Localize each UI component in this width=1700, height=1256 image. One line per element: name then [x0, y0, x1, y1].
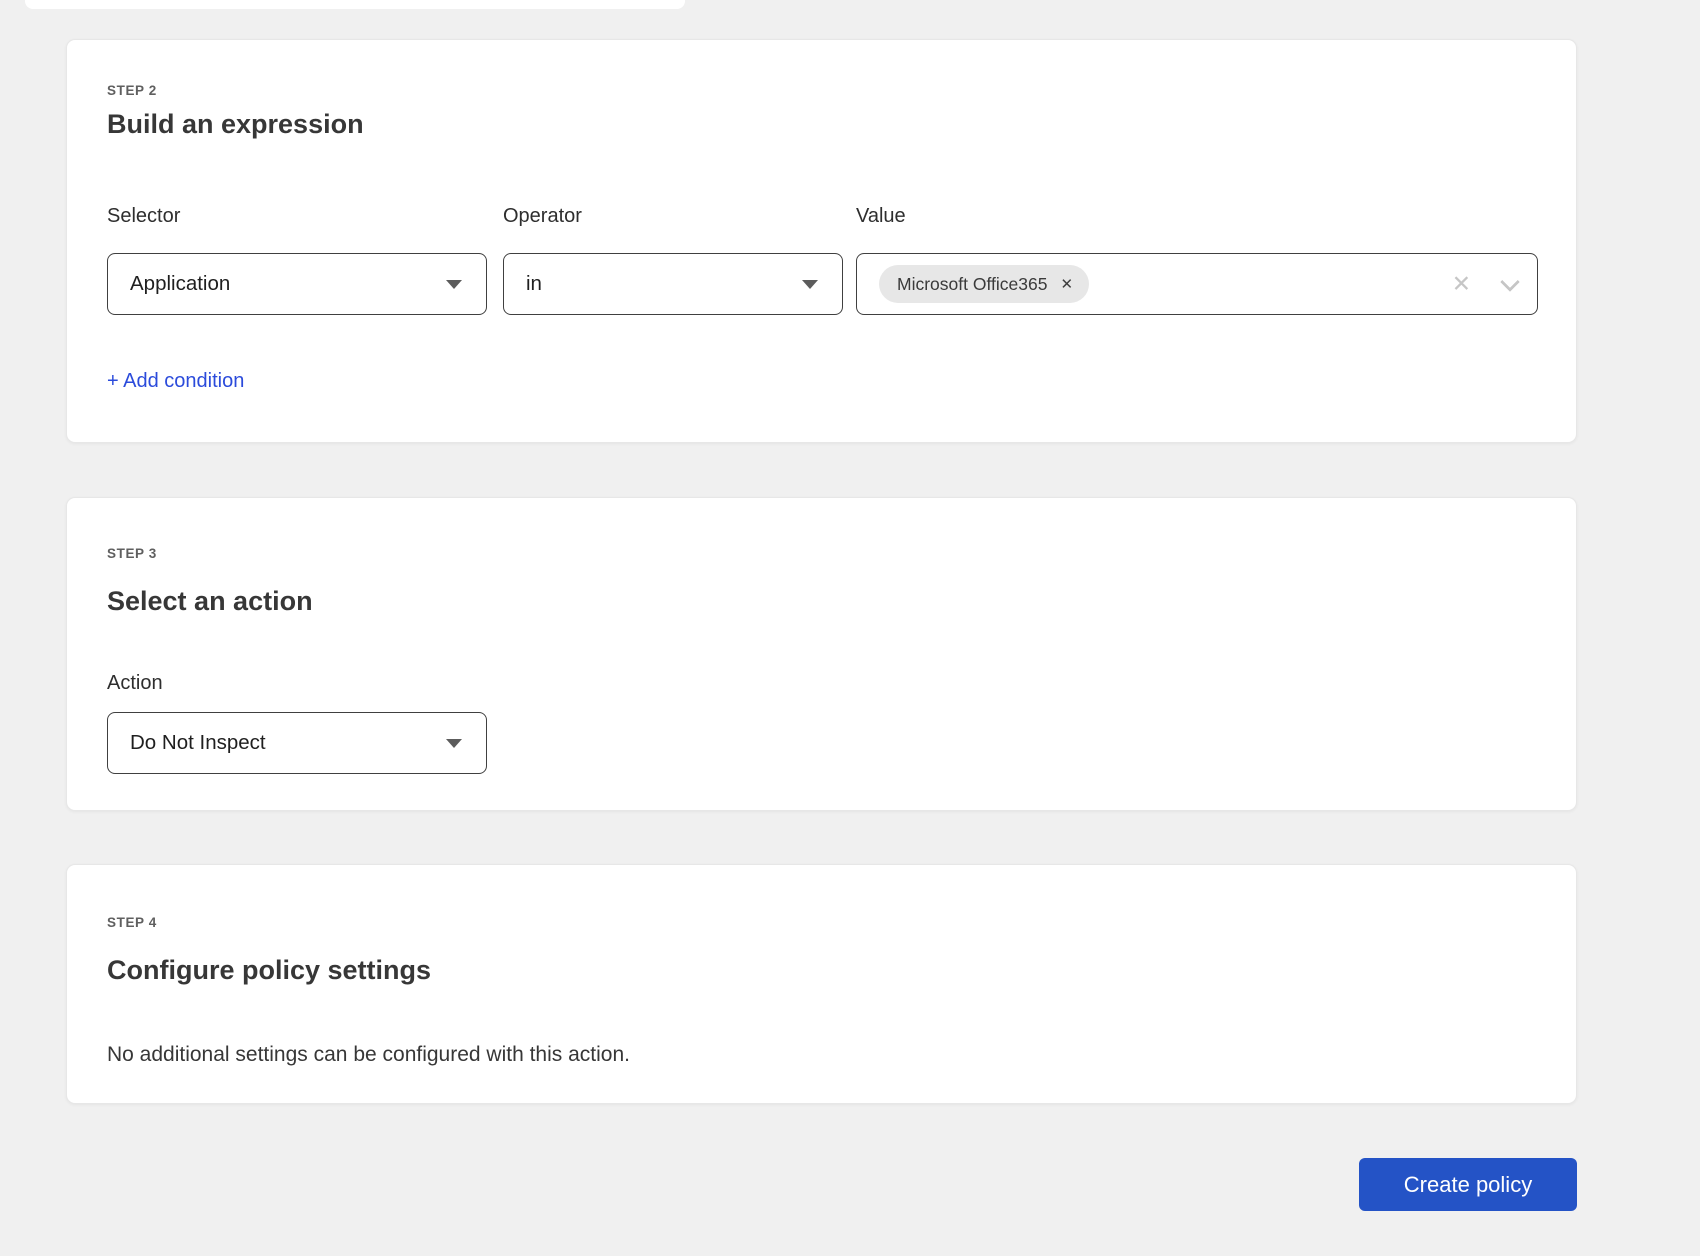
- value-field-label: Value: [856, 206, 1538, 226]
- value-tag-label: Microsoft Office365: [897, 274, 1047, 295]
- remove-tag-icon[interactable]: ✕: [1060, 277, 1073, 292]
- step4-card: STEP 4 Configure policy settings No addi…: [66, 864, 1577, 1104]
- step4-body-text: No additional settings can be configured…: [107, 1041, 630, 1068]
- previous-card-bottom-edge: [25, 0, 685, 9]
- value-tag: Microsoft Office365 ✕: [879, 265, 1089, 303]
- operator-dropdown[interactable]: in: [503, 253, 843, 315]
- caret-down-icon: [446, 280, 462, 289]
- step3-label: STEP 3: [107, 547, 157, 561]
- operator-field-label: Operator: [503, 206, 843, 226]
- selector-dropdown[interactable]: Application: [107, 253, 487, 315]
- caret-down-icon: [446, 739, 462, 748]
- add-condition-link[interactable]: + Add condition: [107, 371, 244, 391]
- action-field-label: Action: [107, 673, 163, 693]
- caret-down-icon: [802, 280, 818, 289]
- action-dropdown-value: Do Not Inspect: [130, 731, 266, 755]
- value-multiselect-input[interactable]: Microsoft Office365 ✕ ✕: [856, 253, 1538, 315]
- step3-card: STEP 3 Select an action Action Do Not In…: [66, 497, 1577, 811]
- step2-card: STEP 2 Build an expression Selector Oper…: [66, 39, 1577, 443]
- selector-dropdown-value: Application: [130, 272, 230, 296]
- step2-label: STEP 2: [107, 84, 157, 98]
- action-dropdown[interactable]: Do Not Inspect: [107, 712, 487, 774]
- step4-title: Configure policy settings: [107, 955, 431, 986]
- step3-title: Select an action: [107, 586, 313, 617]
- clear-value-icon[interactable]: ✕: [1452, 273, 1471, 296]
- step4-label: STEP 4: [107, 916, 157, 930]
- operator-dropdown-value: in: [526, 272, 542, 296]
- selector-field-label: Selector: [107, 206, 487, 226]
- chevron-down-icon[interactable]: [1500, 272, 1520, 292]
- step2-title: Build an expression: [107, 109, 364, 140]
- create-policy-button[interactable]: Create policy: [1359, 1158, 1577, 1211]
